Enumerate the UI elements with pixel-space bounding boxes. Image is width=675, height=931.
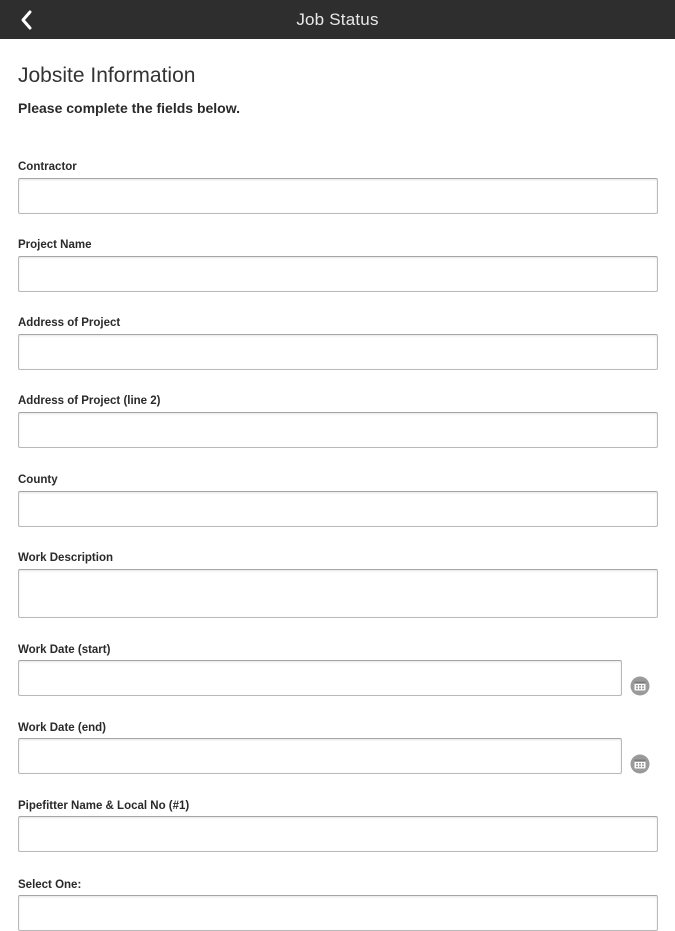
page-title: Job Status [296, 10, 379, 29]
address-input[interactable] [18, 334, 658, 370]
section-subtitle: Please complete the fields below. [18, 100, 240, 116]
pipefitter-label: Pipefitter Name & Local No (#1) [18, 800, 190, 812]
address-line2-input[interactable] [18, 412, 658, 448]
work-description-label: Work Description [18, 552, 113, 564]
work-description-textarea[interactable] [18, 569, 658, 618]
select-one-label: Select One: [18, 879, 82, 891]
app-header: Job Status [0, 0, 675, 39]
county-input[interactable] [18, 491, 658, 527]
address-label: Address of Project [18, 317, 121, 329]
address-line2-label: Address of Project (line 2) [18, 395, 161, 407]
work-date-start-input[interactable] [18, 660, 622, 696]
county-label: County [18, 474, 58, 486]
work-date-start-label: Work Date (start) [18, 644, 111, 656]
calendar-icon [630, 754, 650, 774]
project-name-label: Project Name [18, 239, 92, 251]
pipefitter-input[interactable] [18, 816, 658, 852]
project-name-input[interactable] [18, 256, 658, 292]
calendar-icon [630, 676, 650, 696]
work-date-start-calendar-button[interactable] [630, 676, 650, 696]
select-one-dropdown[interactable] [18, 895, 658, 931]
work-date-end-calendar-button[interactable] [630, 754, 650, 774]
section-title: Jobsite Information [18, 64, 196, 87]
contractor-label: Contractor [18, 161, 77, 173]
work-date-end-input[interactable] [18, 738, 622, 774]
contractor-input[interactable] [18, 178, 658, 214]
work-date-end-label: Work Date (end) [18, 722, 106, 734]
